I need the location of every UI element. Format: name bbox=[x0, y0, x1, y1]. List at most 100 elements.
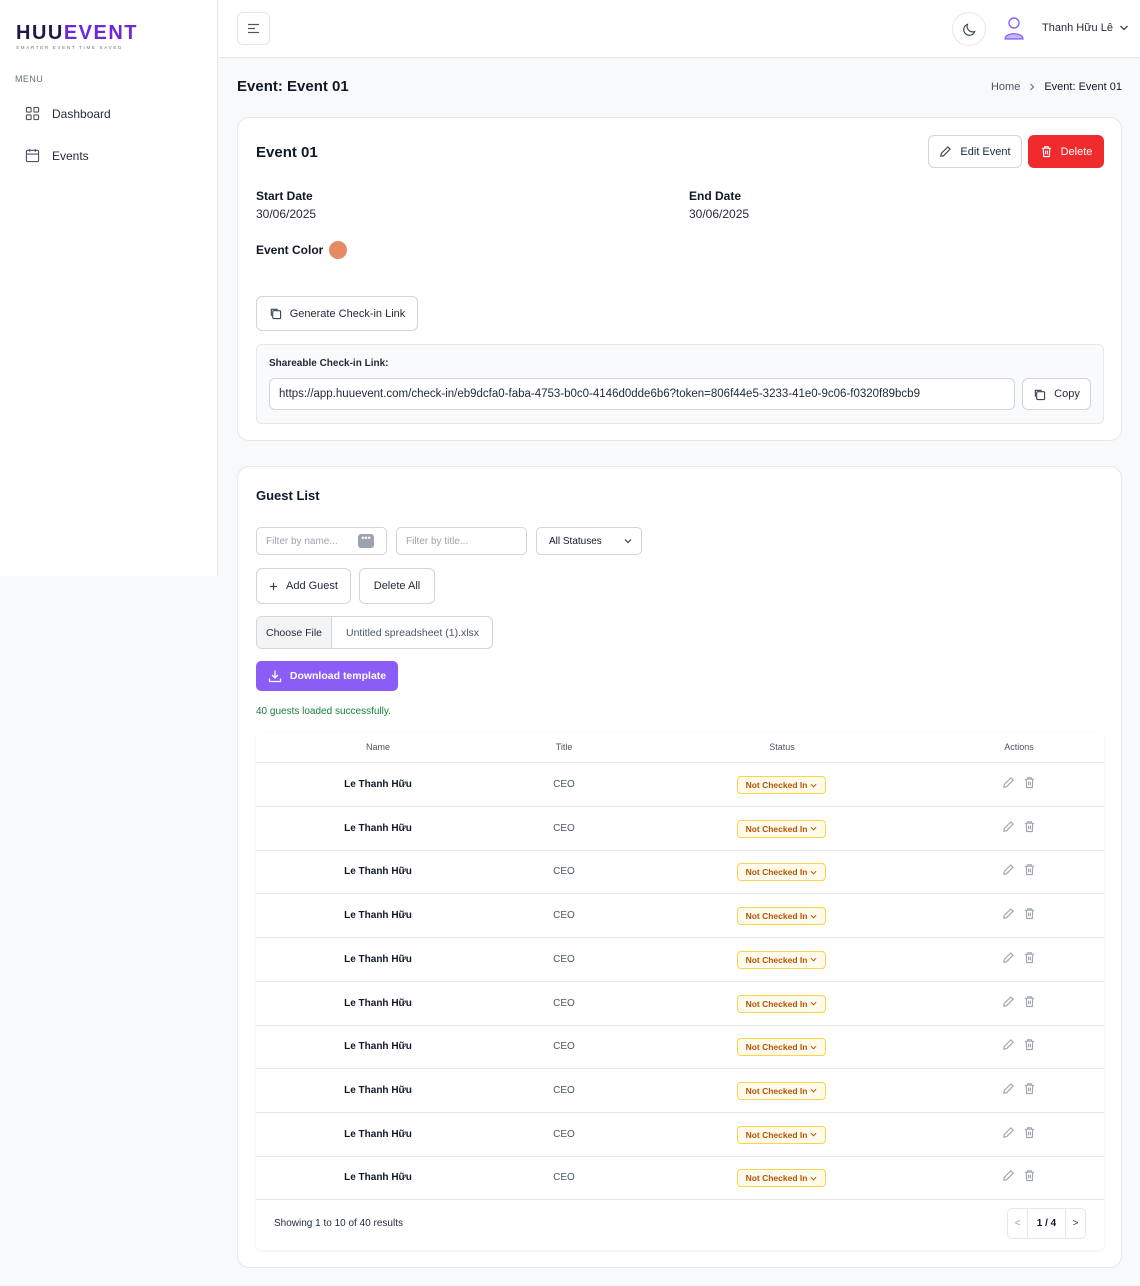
menu-toggle-button[interactable] bbox=[237, 12, 270, 45]
chevron-down-icon bbox=[810, 783, 817, 788]
prev-page-button[interactable]: < bbox=[1008, 1209, 1027, 1238]
filter-by-name-input[interactable]: Filter by name... ••• bbox=[256, 527, 387, 555]
status-dropdown[interactable]: Not Checked In bbox=[737, 1038, 826, 1057]
edit-icon[interactable] bbox=[1002, 951, 1015, 964]
guest-title: CEO bbox=[553, 997, 575, 1009]
filter-by-title-input[interactable]: Filter by title... bbox=[396, 527, 527, 555]
trash-icon[interactable] bbox=[1023, 1169, 1036, 1182]
generate-label: Generate Check-in Link bbox=[289, 307, 406, 320]
file-name: Untitled spreadsheet (1).xlsx bbox=[346, 626, 480, 639]
guest-title: CEO bbox=[553, 779, 575, 790]
download-template-label: Download template bbox=[289, 670, 387, 682]
chevron-down-icon bbox=[810, 870, 817, 875]
pencil-icon bbox=[940, 146, 952, 157]
status-dropdown[interactable]: Not Checked In bbox=[737, 776, 826, 794]
status-dropdown[interactable]: Not Checked In bbox=[737, 994, 826, 1013]
guest-title: CEO bbox=[553, 1084, 575, 1096]
results-summary: Showing 1 to 10 of 40 results bbox=[274, 1218, 403, 1229]
download-template-button[interactable]: Download template bbox=[256, 661, 398, 691]
sidebar-item-events[interactable]: Events bbox=[25, 148, 89, 163]
chevron-down-icon bbox=[810, 827, 817, 831]
trash-icon[interactable] bbox=[1023, 863, 1036, 876]
guest-table: Name Title Status Actions Le Thanh Hữu CE… bbox=[256, 732, 1104, 1250]
status-label: Not Checked In bbox=[745, 1042, 808, 1053]
edit-event-button[interactable]: Edit Event bbox=[928, 135, 1022, 168]
trash-icon[interactable] bbox=[1023, 776, 1036, 789]
trash-icon[interactable] bbox=[1023, 995, 1036, 1008]
status-dropdown[interactable]: Not Checked In bbox=[737, 1169, 826, 1188]
delete-event-button[interactable]: Delete bbox=[1028, 135, 1104, 168]
chevron-down-icon bbox=[810, 1045, 817, 1050]
guest-name: Le Thanh Hữu bbox=[344, 1041, 412, 1053]
logo[interactable]: HUUEVENT SMARTER EVENT TIME SAVED bbox=[16, 22, 138, 50]
guest-name: Le Thanh Hữu bbox=[344, 997, 412, 1009]
column-header-name: Name bbox=[365, 742, 391, 752]
edit-icon[interactable] bbox=[1002, 907, 1015, 920]
edit-icon[interactable] bbox=[1002, 995, 1015, 1008]
file-input[interactable]: Choose File Untitled spreadsheet (1).xls… bbox=[256, 616, 493, 649]
guest-list-title: Guest List bbox=[256, 488, 320, 503]
event-color-label: Event Color bbox=[256, 243, 324, 257]
menu-icon bbox=[248, 23, 259, 34]
trash-icon[interactable] bbox=[1023, 820, 1036, 833]
status-dropdown[interactable]: Not Checked In bbox=[737, 1125, 826, 1144]
status-filter-select[interactable]: All Statuses bbox=[536, 527, 642, 555]
table-row: Le Thanh Hữu CEO Not Checked In bbox=[256, 1156, 1104, 1201]
table-row: Le Thanh Hữu CEO Not Checked In bbox=[256, 807, 1104, 851]
status-dropdown[interactable]: Not Checked In bbox=[737, 863, 826, 882]
table-row: Le Thanh Hữu CEO Not Checked In bbox=[256, 894, 1104, 939]
breadcrumb: Home Event: Event 01 bbox=[991, 81, 1122, 93]
moon-icon bbox=[962, 22, 976, 36]
table-footer: Showing 1 to 10 of 40 results < 1 / 4 > bbox=[256, 1199, 1104, 1250]
status-dropdown[interactable]: Not Checked In bbox=[737, 819, 826, 838]
guest-name: Le Thanh Hữu bbox=[344, 1084, 412, 1096]
user-menu[interactable]: Thanh Hữu Lê bbox=[1003, 16, 1129, 40]
status-label: Not Checked In bbox=[745, 823, 808, 834]
edit-icon[interactable] bbox=[1002, 863, 1015, 876]
edit-icon[interactable] bbox=[1002, 1038, 1015, 1051]
trash-icon[interactable] bbox=[1023, 951, 1036, 964]
add-guest-button[interactable]: Add Guest bbox=[256, 568, 351, 604]
choose-file-button[interactable]: Choose File bbox=[257, 617, 332, 648]
calendar-icon bbox=[25, 148, 40, 163]
event-name: Event 01 bbox=[256, 144, 318, 161]
success-message: 40 guests loaded successfully. bbox=[256, 706, 391, 717]
generate-check-in-link-button[interactable]: Generate Check-in Link bbox=[256, 296, 418, 331]
trash-icon[interactable] bbox=[1023, 1038, 1036, 1051]
edit-icon[interactable] bbox=[1002, 1169, 1015, 1182]
edit-icon[interactable] bbox=[1002, 1082, 1015, 1095]
copy-button[interactable]: Copy bbox=[1022, 378, 1091, 410]
edit-icon[interactable] bbox=[1002, 776, 1015, 789]
chevron-down-icon bbox=[1120, 25, 1128, 31]
status-label: Not Checked In bbox=[745, 954, 808, 965]
end-date-value: 30/06/2025 bbox=[689, 207, 750, 221]
chevron-down-icon bbox=[810, 914, 817, 919]
status-dropdown[interactable]: Not Checked In bbox=[737, 1081, 826, 1100]
status-dropdown[interactable]: Not Checked In bbox=[737, 950, 826, 969]
theme-toggle-button[interactable] bbox=[952, 12, 986, 46]
next-page-button[interactable]: > bbox=[1066, 1209, 1085, 1238]
end-date-label: End Date bbox=[689, 189, 742, 203]
chevron-down-icon bbox=[810, 1089, 817, 1093]
table-row: Le Thanh Hữu CEO Not Checked In bbox=[256, 1025, 1104, 1070]
edit-icon[interactable] bbox=[1002, 1126, 1015, 1139]
guest-list-card: Guest List Filter by name... ••• Filter … bbox=[237, 466, 1122, 1268]
status-label: Not Checked In bbox=[745, 867, 808, 878]
trash-icon[interactable] bbox=[1023, 1126, 1036, 1139]
sidebar-item-dashboard[interactable]: Dashboard bbox=[25, 106, 111, 121]
guest-title: CEO bbox=[553, 953, 575, 965]
trash-icon[interactable] bbox=[1023, 1082, 1036, 1095]
edit-icon[interactable] bbox=[1002, 820, 1015, 833]
status-label: Not Checked In bbox=[745, 780, 808, 790]
sidebar: HUUEVENT SMARTER EVENT TIME SAVED MENU D… bbox=[0, 0, 218, 576]
breadcrumb-home[interactable]: Home bbox=[991, 81, 1020, 93]
trash-icon[interactable] bbox=[1023, 907, 1036, 920]
shareable-link-input[interactable] bbox=[269, 378, 1015, 410]
sidebar-item-label: Dashboard bbox=[52, 106, 111, 121]
guest-name: Le Thanh Hữu bbox=[344, 953, 412, 965]
status-label: Not Checked In bbox=[745, 1085, 808, 1096]
status-dropdown[interactable]: Not Checked In bbox=[737, 907, 826, 926]
shareable-link-panel: Shareable Check-in Link: Copy bbox=[256, 344, 1104, 424]
delete-all-button[interactable]: Delete All bbox=[359, 568, 435, 604]
more-icon[interactable]: ••• bbox=[358, 534, 374, 548]
